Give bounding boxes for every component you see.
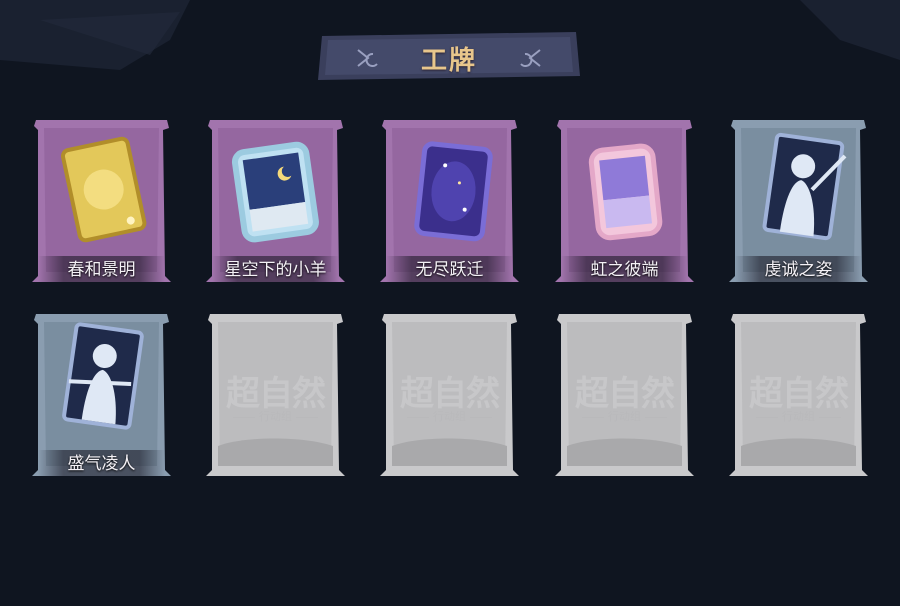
page-title: 工牌 — [420, 46, 477, 76]
locked-logo-sub: 行动组 — [204, 408, 347, 424]
badge-card-7-locked[interactable]: 超自然 行动组 — [204, 310, 347, 480]
background-shard-right — [800, 0, 900, 60]
badge-label: 虹之彼端 — [590, 260, 659, 280]
badge-card-9-locked[interactable]: 超自然 行动组 — [553, 310, 696, 480]
badge-card-4[interactable]: 虹之彼端 — [553, 116, 696, 286]
badge-card-5[interactable]: 虔诚之姿 — [727, 116, 870, 286]
locked-logo-sub: 行动组 — [378, 408, 521, 424]
badge-label: 盛气凌人 — [67, 454, 136, 474]
badge-card-6[interactable]: 盛气凌人 — [30, 310, 173, 480]
badge-label: 春和景明 — [67, 260, 136, 280]
badge-card-1[interactable]: 春和景明 — [30, 116, 173, 286]
locked-logo-sub: 行动组 — [727, 408, 870, 424]
locked-logo-sub: 行动组 — [553, 408, 696, 424]
badge-label: 星空下的小羊 — [224, 260, 327, 280]
badge-card-2[interactable]: 星空下的小羊 — [204, 116, 347, 286]
badge-label: 无尽跃迁 — [415, 260, 484, 280]
badge-card-8-locked[interactable]: 超自然 行动组 — [378, 310, 521, 480]
badge-label: 虔诚之姿 — [764, 260, 833, 280]
badge-card-10-locked[interactable]: 超自然 行动组 — [727, 310, 870, 480]
badge-card-3[interactable]: 无尽跃迁 — [378, 116, 521, 286]
background-shard-left — [0, 0, 190, 70]
title-banner: 工牌 — [318, 32, 580, 80]
